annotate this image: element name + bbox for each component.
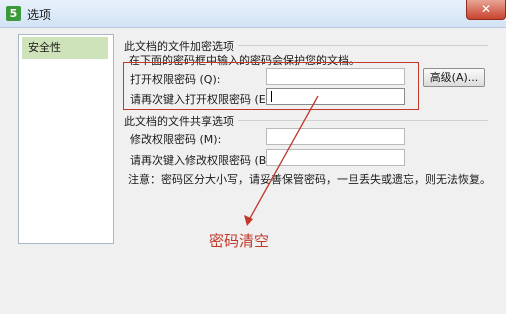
- annotation-label: 密码清空: [209, 232, 270, 250]
- annotation-arrow-icon: [244, 95, 319, 226]
